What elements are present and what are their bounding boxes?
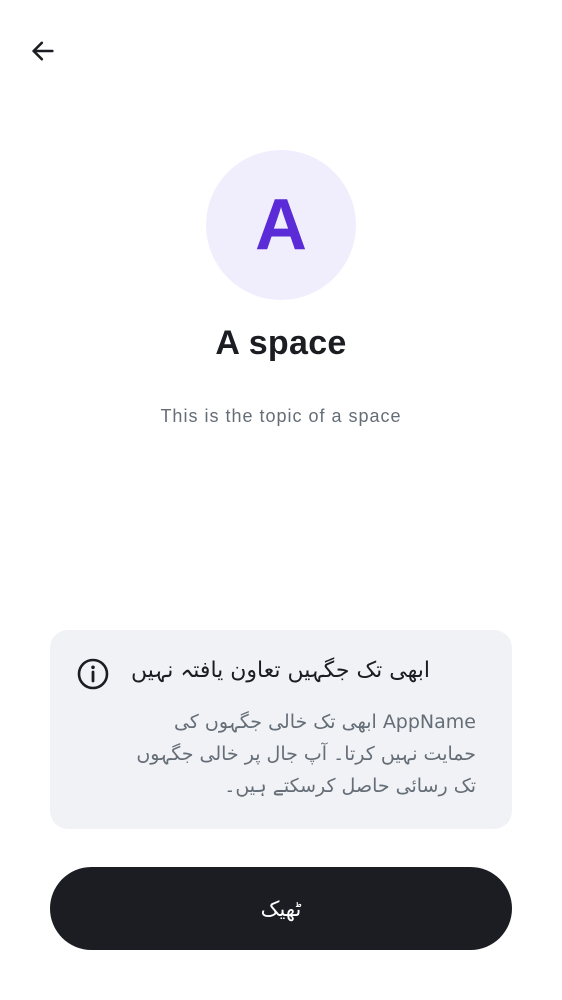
unsupported-notice-card: ابھی تک جگہیں تعاون یافتہ نہیں AppName ا… [50, 630, 512, 829]
notice-title: ابھی تک جگہیں تعاون یافتہ نہیں [131, 658, 431, 683]
space-unsupported-screen: A A space This is the topic of a space ا… [0, 0, 562, 1000]
space-avatar: A [206, 150, 356, 300]
space-name: A space [215, 324, 347, 362]
arrow-left-icon [32, 41, 54, 61]
ok-button[interactable]: ٹھیک [50, 867, 512, 950]
back-button[interactable] [20, 28, 66, 74]
info-icon [77, 658, 109, 690]
notice-body: AppName ابھی تک خالی جگہوں کی حمایت نہیں… [136, 711, 476, 797]
avatar-letter: A [255, 185, 307, 265]
space-topic: This is the topic of a space [160, 406, 402, 426]
